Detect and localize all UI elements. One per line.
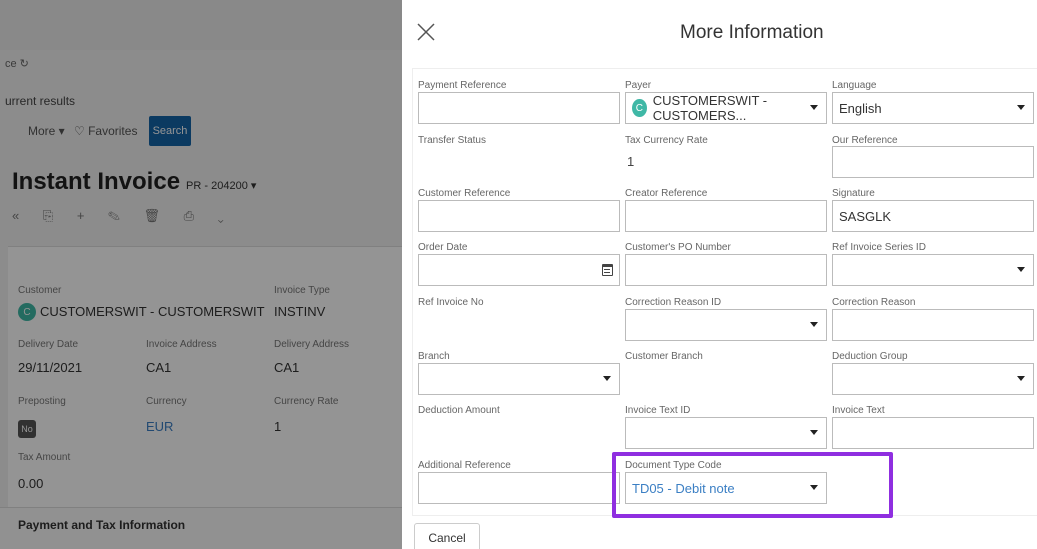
transfer-status-label: Transfer Status — [418, 135, 486, 146]
correction-reason-input[interactable] — [832, 309, 1034, 341]
tax-currency-rate-value: 1 — [627, 154, 635, 169]
payer-label: Payer — [625, 80, 652, 91]
our-reference-input[interactable] — [832, 146, 1034, 178]
invoice-text-id-label: Invoice Text ID — [625, 405, 691, 416]
order-date-input[interactable] — [418, 254, 620, 286]
signature-label: Signature — [832, 188, 875, 199]
customer-reference-input[interactable] — [418, 200, 620, 232]
customer-branch-label: Customer Branch — [625, 351, 703, 362]
payer-select[interactable]: C CUSTOMERSWIT - CUSTOMERS... — [625, 92, 827, 124]
chevron-down-icon — [810, 485, 818, 490]
additional-reference-label: Additional Reference — [418, 460, 511, 471]
chevron-down-icon — [1017, 267, 1025, 272]
document-type-code-value: TD05 - Debit note — [632, 480, 735, 496]
additional-reference-input[interactable] — [418, 472, 620, 504]
payment-reference-input[interactable] — [418, 92, 620, 124]
customers-po-number-label: Customer's PO Number — [625, 242, 731, 253]
language-value: English — [839, 100, 882, 116]
document-type-code-label: Document Type Code — [625, 460, 722, 471]
tax-currency-rate-label: Tax Currency Rate — [625, 135, 708, 146]
language-select[interactable]: English — [832, 92, 1034, 124]
close-icon[interactable] — [414, 20, 438, 44]
deduction-group-select[interactable] — [832, 363, 1034, 395]
payer-value: CUSTOMERSWIT - CUSTOMERS... — [652, 93, 768, 123]
ref-invoice-series-id-label: Ref Invoice Series ID — [832, 242, 926, 253]
correction-reason-label: Correction Reason — [832, 297, 916, 308]
order-date-label: Order Date — [418, 242, 468, 253]
chevron-down-icon — [1017, 105, 1025, 110]
document-type-code-select[interactable]: TD05 - Debit note — [625, 472, 827, 504]
cancel-button[interactable]: Cancel — [414, 523, 480, 549]
correction-reason-id-select[interactable] — [625, 309, 827, 341]
creator-reference-input[interactable] — [625, 200, 827, 232]
chevron-down-icon — [810, 322, 818, 327]
chevron-down-icon — [810, 430, 818, 435]
deduction-amount-label: Deduction Amount — [418, 405, 500, 416]
our-reference-label: Our Reference — [832, 135, 898, 146]
signature-input[interactable]: SASGLK — [832, 200, 1034, 232]
chevron-down-icon — [603, 376, 611, 381]
language-label: Language — [832, 80, 877, 91]
chevron-down-icon — [810, 105, 818, 110]
more-information-dialog: More Information Payment Reference Payer… — [402, 0, 1037, 549]
payer-avatar: C — [632, 99, 647, 117]
correction-reason-id-label: Correction Reason ID — [625, 297, 722, 308]
payment-reference-label: Payment Reference — [418, 80, 507, 91]
calendar-icon[interactable] — [602, 264, 613, 276]
ref-invoice-no-label: Ref Invoice No — [418, 297, 484, 308]
invoice-text-label: Invoice Text — [832, 405, 885, 416]
creator-reference-label: Creator Reference — [625, 188, 708, 199]
invoice-text-input[interactable] — [832, 417, 1034, 449]
invoice-text-id-select[interactable] — [625, 417, 827, 449]
chevron-down-icon — [1017, 376, 1025, 381]
customer-reference-label: Customer Reference — [418, 188, 511, 199]
modal-overlay[interactable] — [0, 0, 402, 549]
dialog-title: More Information — [680, 22, 824, 43]
branch-select[interactable] — [418, 363, 620, 395]
deduction-group-label: Deduction Group — [832, 351, 908, 362]
ref-invoice-series-id-select[interactable] — [832, 254, 1034, 286]
branch-label: Branch — [418, 351, 450, 362]
customers-po-number-input[interactable] — [625, 254, 827, 286]
